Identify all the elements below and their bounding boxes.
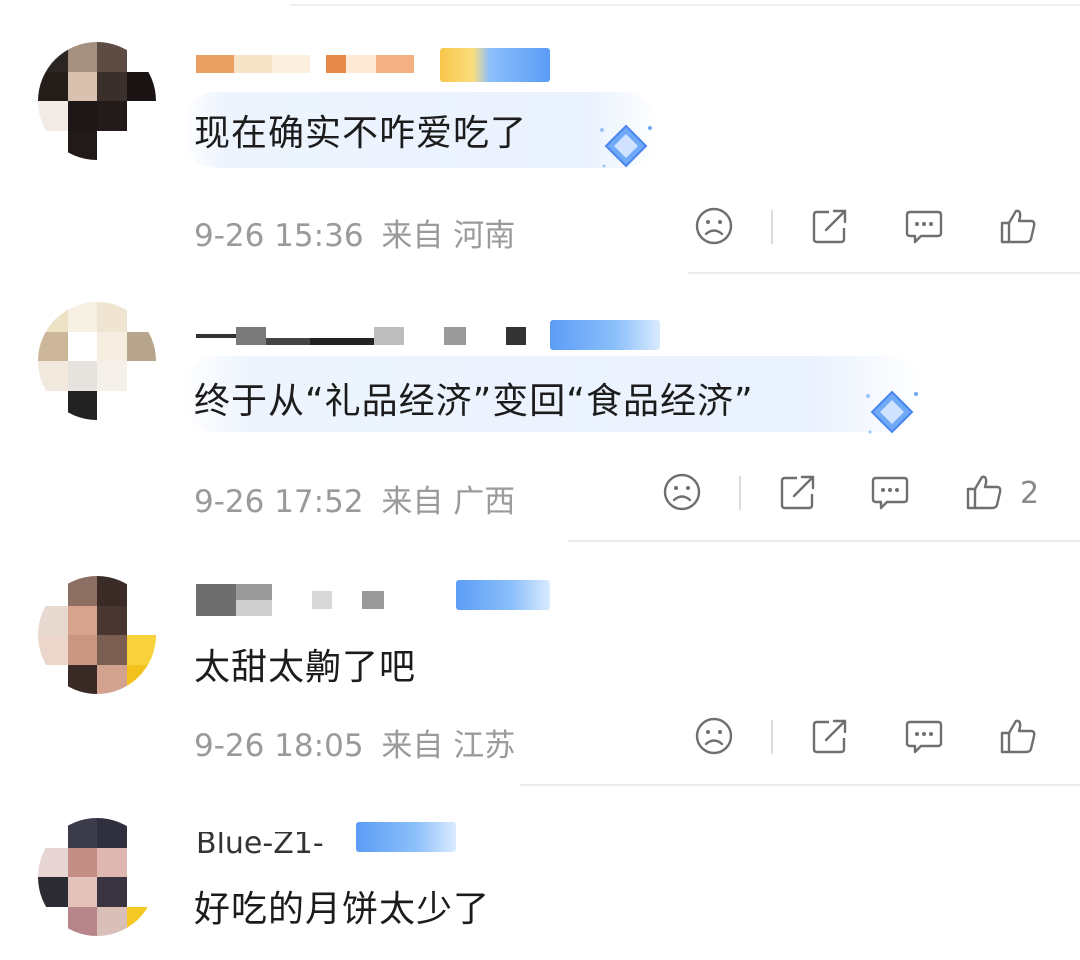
comment-text: 太甜太齁了吧: [194, 647, 417, 688]
username-pixelated[interactable]: [196, 582, 384, 618]
comment-divider: [520, 784, 1080, 786]
share-icon: [780, 475, 815, 510]
comment-icon: [871, 476, 909, 510]
username-pixelated[interactable]: [196, 46, 436, 82]
dislike-button[interactable]: [692, 714, 736, 758]
dislike-button[interactable]: [692, 204, 736, 248]
reply-button[interactable]: [902, 714, 946, 758]
comment-item: 现在确实不咋爱吃了 9-26 15:36 来自 河南: [0, 0, 1080, 274]
thumbs-up-icon: [1000, 719, 1036, 754]
sad-face-icon: [695, 207, 733, 245]
avatar[interactable]: [38, 302, 156, 420]
avatar[interactable]: [38, 576, 156, 694]
comment-icon: [905, 210, 943, 244]
username-pixelated[interactable]: [196, 318, 526, 354]
avatar[interactable]: [38, 818, 156, 936]
comment-text: 现在确实不咋爱吃了: [194, 113, 528, 154]
dislike-button[interactable]: [660, 470, 704, 514]
username[interactable]: Blue-Z1-: [196, 832, 324, 854]
comment-text: 终于从“礼品经济”变回“食品经济”: [194, 381, 754, 422]
action-separator: [771, 720, 773, 754]
share-icon: [812, 719, 847, 754]
like-button[interactable]: [962, 470, 1006, 514]
sad-face-icon: [695, 717, 733, 755]
comment-divider: [688, 272, 1080, 274]
share-icon: [812, 209, 847, 244]
like-button[interactable]: [996, 714, 1040, 758]
diamond-gem-icon: [866, 390, 918, 434]
diamond-gem-icon: [600, 124, 652, 168]
user-badge: [456, 580, 550, 610]
comment-actions: [0, 204, 1080, 252]
comment-icon: [905, 720, 943, 754]
comment-divider: [568, 540, 1080, 542]
comment-actions: 2: [0, 470, 1080, 518]
sad-face-icon: [663, 473, 701, 511]
user-badge: [356, 822, 456, 852]
share-button[interactable]: [808, 204, 852, 248]
like-count: 2: [1020, 476, 1040, 511]
like-button[interactable]: [996, 204, 1040, 248]
reply-button[interactable]: [868, 470, 912, 514]
share-button[interactable]: [808, 714, 852, 758]
action-separator: [739, 476, 741, 510]
thumbs-up-icon: [1000, 209, 1036, 244]
thumbs-up-icon: [966, 475, 1002, 510]
comment-text: 好吃的月饼太少了: [194, 889, 491, 930]
share-button[interactable]: [776, 470, 820, 514]
action-separator: [771, 210, 773, 244]
user-badge: [550, 320, 660, 350]
reply-button[interactable]: [902, 204, 946, 248]
avatar[interactable]: [38, 42, 156, 160]
user-badge: [440, 48, 550, 82]
comment-actions: [0, 714, 1080, 762]
